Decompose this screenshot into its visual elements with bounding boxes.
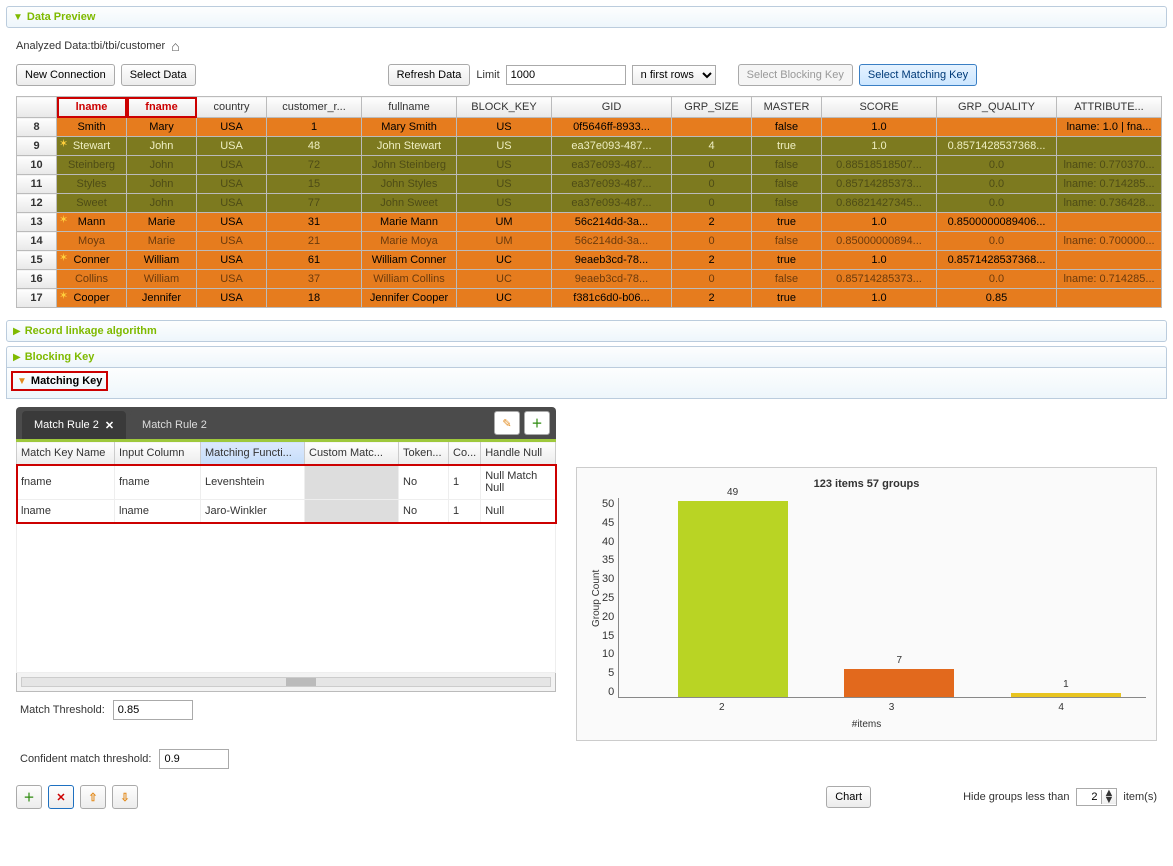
section-title: Record linkage algorithm xyxy=(25,325,157,337)
table-row[interactable]: 17CooperJenniferUSA18Jennifer CooperUCf3… xyxy=(17,289,1162,308)
analyzed-data-label: Analyzed Data:tbi/tbi/customer xyxy=(16,40,165,52)
mk-column-header[interactable]: Matching Functi... xyxy=(201,441,305,465)
group-chart: 123 items 57 groups Group Count 50454035… xyxy=(576,467,1157,741)
edit-rule-button[interactable]: ✎ xyxy=(494,411,520,435)
add-button[interactable]: ＋ xyxy=(16,785,42,809)
tab-label: Match Rule 2 xyxy=(34,419,99,431)
column-header[interactable]: SCORE xyxy=(822,97,937,118)
refresh-data-button[interactable]: Refresh Data xyxy=(388,64,471,86)
mk-row[interactable]: fnamefnameLevenshteinNo1Null Match Null xyxy=(17,465,556,500)
column-header[interactable] xyxy=(17,97,57,118)
match-key-table[interactable]: Match Key NameInput ColumnMatching Funct… xyxy=(16,439,556,673)
table-row[interactable]: 10SteinbergJohnUSA72John SteinbergUSea37… xyxy=(17,156,1162,175)
table-row[interactable]: 8SmithMaryUSA1Mary SmithUS0f5646ff-8933.… xyxy=(17,118,1162,137)
mk-column-header[interactable]: Custom Matc... xyxy=(305,441,399,465)
table-row[interactable]: 12SweetJohnUSA77John SweetUSea37e093-487… xyxy=(17,194,1162,213)
column-header[interactable]: GID xyxy=(552,97,672,118)
section-header-record-linkage[interactable]: ▶ Record linkage algorithm xyxy=(6,320,1167,342)
limit-label: Limit xyxy=(476,69,499,81)
section-title: Matching Key xyxy=(31,375,103,387)
chart-xtick: 2 xyxy=(637,698,807,713)
table-row[interactable]: 11StylesJohnUSA15John StylesUSea37e093-4… xyxy=(17,175,1162,194)
column-header[interactable]: GRP_QUALITY xyxy=(937,97,1057,118)
table-row[interactable]: 9StewartJohnUSA48John StewartUSea37e093-… xyxy=(17,137,1162,156)
mk-column-header[interactable]: Match Key Name xyxy=(17,441,115,465)
column-header[interactable]: fname xyxy=(127,97,197,118)
chart-ylabel: Group Count xyxy=(587,498,602,698)
table-row[interactable]: 15ConnerWilliamUSA61William ConnerUC9eae… xyxy=(17,251,1162,270)
section-header-data-preview[interactable]: ▼ Data Preview xyxy=(6,6,1167,28)
table-row[interactable]: 13MannMarieUSA31Marie MannUM56c214dd-3a.… xyxy=(17,213,1162,232)
column-header[interactable]: fullname xyxy=(362,97,457,118)
column-header[interactable]: customer_r... xyxy=(267,97,362,118)
column-header[interactable]: GRP_SIZE xyxy=(672,97,752,118)
mk-column-header[interactable]: Co... xyxy=(449,441,481,465)
limit-mode-select[interactable]: n first rows xyxy=(632,65,716,85)
limit-input[interactable] xyxy=(506,65,626,85)
spinner-down-icon[interactable]: ▼ xyxy=(1104,797,1115,804)
home-icon[interactable] xyxy=(171,38,179,54)
chart-xlabel: #items xyxy=(587,713,1146,730)
chevron-right-icon: ▶ xyxy=(13,352,21,363)
mk-column-header[interactable]: Token... xyxy=(399,441,449,465)
chart-xtick: 3 xyxy=(807,698,977,713)
table-row[interactable]: 16CollinsWilliamUSA37William CollinsUC9e… xyxy=(17,270,1162,289)
match-threshold-input[interactable] xyxy=(113,700,193,720)
hide-groups-spinner[interactable]: ▲▼ xyxy=(1076,788,1118,806)
match-threshold-label: Match Threshold: xyxy=(20,704,105,716)
move-down-button[interactable]: ⇩ xyxy=(112,785,138,809)
select-data-button[interactable]: Select Data xyxy=(121,64,196,86)
chart-xtick: 4 xyxy=(976,698,1146,713)
section-header-matching-key[interactable]: ▼ Matching Key xyxy=(11,371,108,391)
mk-column-header[interactable]: Input Column xyxy=(115,441,201,465)
column-header[interactable]: country xyxy=(197,97,267,118)
column-header[interactable]: MASTER xyxy=(752,97,822,118)
hide-groups-input[interactable] xyxy=(1077,789,1101,805)
chevron-down-icon: ▼ xyxy=(17,376,27,387)
section-header-blocking-key[interactable]: ▶ Blocking Key xyxy=(6,346,1167,367)
chevron-right-icon: ▶ xyxy=(13,326,21,337)
tab-label: Match Rule 2 xyxy=(142,419,207,431)
select-matching-key-button[interactable]: Select Matching Key xyxy=(859,64,977,86)
section-title: Blocking Key xyxy=(25,351,95,363)
chart-title: 123 items 57 groups xyxy=(587,478,1146,498)
column-header[interactable]: BLOCK_KEY xyxy=(457,97,552,118)
column-header[interactable]: lname xyxy=(57,97,127,118)
chevron-down-icon: ▼ xyxy=(13,12,23,23)
add-rule-button[interactable]: ＋ xyxy=(524,411,550,435)
column-header[interactable]: ATTRIBUTE... xyxy=(1057,97,1162,118)
data-preview-table[interactable]: lnamefnamecountrycustomer_r...fullnameBL… xyxy=(16,96,1162,308)
tab-match-rule-active[interactable]: Match Rule 2 ✕ xyxy=(22,411,126,439)
table-row[interactable]: 14MoyaMarieUSA21Marie MoyaUM56c214dd-3a.… xyxy=(17,232,1162,251)
confident-threshold-label: Confident match threshold: xyxy=(20,753,151,765)
chart-bar: 1 xyxy=(1011,693,1121,697)
tab-match-rule[interactable]: Match Rule 2 xyxy=(130,411,219,439)
chart-button[interactable]: Chart xyxy=(826,786,871,808)
mk-column-header[interactable]: Handle Null xyxy=(481,441,556,465)
confident-threshold-input[interactable] xyxy=(159,749,229,769)
new-connection-button[interactable]: New Connection xyxy=(16,64,115,86)
mk-row[interactable]: lnamelnameJaro-WinklerNo1Null xyxy=(17,500,556,523)
hide-groups-label-pre: Hide groups less than xyxy=(963,791,1069,803)
section-title: Data Preview xyxy=(27,11,95,23)
select-blocking-key-button: Select Blocking Key xyxy=(738,64,853,86)
chart-bar: 49 xyxy=(678,501,788,697)
delete-button[interactable]: ✕ xyxy=(48,785,74,809)
close-tab-icon[interactable]: ✕ xyxy=(105,419,114,432)
chart-bar: 7 xyxy=(844,669,954,697)
hide-groups-label-post: item(s) xyxy=(1123,791,1157,803)
move-up-button[interactable]: ⇧ xyxy=(80,785,106,809)
